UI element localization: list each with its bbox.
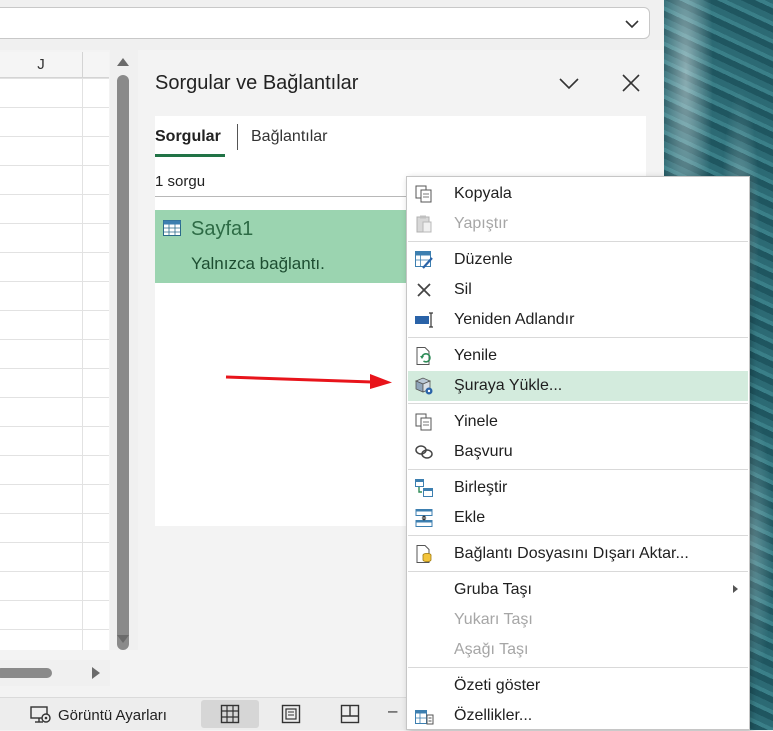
menu-item-reference[interactable]: Başvuru	[408, 437, 748, 467]
annotation-arrow	[225, 374, 392, 389]
page-layout-view-button[interactable]	[262, 700, 320, 728]
menu-item-duplicate[interactable]: Yinele	[408, 407, 748, 437]
scroll-down-icon[interactable]	[117, 635, 129, 643]
close-icon[interactable]	[620, 72, 642, 94]
vertical-scrollbar[interactable]	[110, 50, 138, 650]
menu-item-properties[interactable]: Özellikler...	[408, 701, 748, 731]
page-break-icon	[340, 704, 360, 724]
append-icon	[415, 509, 433, 527]
horizontal-scroll-thumb[interactable]	[0, 668, 52, 678]
menu-separator	[408, 469, 748, 470]
menu-item-label: Sil	[454, 281, 472, 298]
pane-title: Sorgular ve Bağlantılar	[155, 72, 359, 94]
vertical-scroll-thumb[interactable]	[117, 75, 129, 650]
tab-queries[interactable]: Sorgular	[155, 128, 221, 146]
menu-item-label: Bağlantı Dosyasını Dışarı Aktar...	[454, 545, 689, 562]
menu-item-label: Özellikler...	[454, 707, 533, 724]
copy-icon	[415, 185, 432, 203]
display-settings-button[interactable]: Görüntü Ayarları	[30, 704, 167, 726]
formula-bar	[0, 0, 664, 50]
menu-item-label: Kopyala	[454, 185, 512, 202]
formula-input[interactable]	[0, 7, 650, 39]
menu-item-move-down[interactable]: Aşağı Taşı	[408, 635, 748, 665]
menu-item-paste[interactable]: Yapıştır	[408, 209, 748, 239]
menu-item-label: Aşağı Taşı	[454, 641, 529, 658]
menu-item-label: Şuraya Yükle...	[454, 377, 563, 394]
page-break-view-button[interactable]	[321, 700, 379, 728]
menu-separator	[408, 667, 748, 668]
menu-separator	[408, 403, 748, 404]
spreadsheet-grid[interactable]: J	[0, 52, 109, 650]
table-icon	[163, 220, 181, 236]
page-layout-icon	[281, 704, 301, 724]
edit-icon	[415, 251, 433, 269]
menu-item-label: Başvuru	[454, 443, 513, 460]
scroll-right-icon[interactable]	[92, 667, 100, 679]
display-settings-label: Görüntü Ayarları	[58, 706, 167, 724]
menu-item-move-to-group[interactable]: Gruba Taşı	[408, 575, 748, 605]
chevron-down-icon[interactable]	[623, 15, 641, 33]
menu-item-label: Ekle	[454, 509, 486, 526]
zoom-out-button[interactable]: –	[388, 701, 397, 721]
paste-icon	[416, 215, 432, 233]
menu-separator	[408, 241, 748, 242]
submenu-arrow-icon	[733, 585, 738, 593]
menu-item-label: Yeniden Adlandır	[454, 311, 575, 328]
grid-view-icon	[220, 704, 240, 724]
column-header[interactable]: J	[0, 52, 109, 78]
merge-icon	[415, 479, 433, 497]
menu-item-move-up[interactable]: Yukarı Taşı	[408, 605, 748, 635]
query-description: Yalnızca bağlantı.	[191, 254, 325, 273]
column-header-label: J	[37, 56, 45, 73]
menu-item-label: Yinele	[454, 413, 498, 430]
menu-separator	[408, 337, 748, 338]
load-to-icon	[414, 377, 433, 395]
menu-item-export-connection[interactable]: Bağlantı Dosyasını Dışarı Aktar...	[408, 539, 748, 569]
menu-separator	[408, 535, 748, 536]
scroll-up-icon[interactable]	[117, 58, 129, 66]
tab-connections[interactable]: Bağlantılar	[251, 128, 328, 146]
menu-item-label: Özeti göster	[454, 677, 541, 694]
rename-icon	[415, 312, 433, 328]
query-item-sayfa1[interactable]: Sayfa1 Yalnızca bağlantı.	[155, 210, 415, 283]
menu-item-label: Gruba Taşı	[454, 581, 532, 598]
grid-cells[interactable]	[0, 78, 109, 650]
menu-separator	[408, 571, 748, 572]
active-tab-indicator	[155, 154, 225, 157]
menu-item-refresh[interactable]: Yenile	[408, 341, 748, 371]
display-settings-icon	[30, 706, 51, 723]
menu-item-label: Yapıştır	[454, 215, 508, 232]
reference-icon	[415, 445, 433, 459]
menu-item-append[interactable]: Ekle	[408, 503, 748, 533]
menu-item-label: Yenile	[454, 347, 498, 364]
query-name: Sayfa1	[191, 218, 254, 240]
menu-item-rename[interactable]: Yeniden Adlandır	[408, 305, 748, 335]
menu-item-show-peek[interactable]: Özeti göster	[408, 671, 748, 701]
chevron-down-icon[interactable]	[558, 72, 580, 94]
query-context-menu: Kopyala Yapıştır Düzenle Sil Yeniden Adl…	[406, 176, 750, 730]
menu-item-load-to[interactable]: Şuraya Yükle...	[408, 371, 748, 401]
normal-view-button[interactable]	[201, 700, 259, 728]
menu-item-label: Düzenle	[454, 251, 513, 268]
menu-item-edit[interactable]: Düzenle	[408, 245, 748, 275]
tab-divider	[237, 124, 238, 150]
column-divider	[82, 52, 83, 78]
refresh-icon	[416, 347, 431, 365]
delete-icon	[417, 283, 431, 297]
horizontal-scrollbar[interactable]	[0, 660, 110, 686]
menu-item-label: Yukarı Taşı	[454, 611, 533, 628]
menu-item-label: Birleştir	[454, 479, 508, 496]
menu-item-copy[interactable]: Kopyala	[408, 179, 748, 209]
export-connection-icon	[416, 545, 432, 563]
menu-item-delete[interactable]: Sil	[408, 275, 748, 305]
properties-icon	[415, 710, 434, 725]
menu-item-merge[interactable]: Birleştir	[408, 473, 748, 503]
query-count-divider	[155, 196, 415, 197]
query-count: 1 sorgu	[155, 173, 206, 190]
duplicate-icon	[415, 413, 432, 431]
